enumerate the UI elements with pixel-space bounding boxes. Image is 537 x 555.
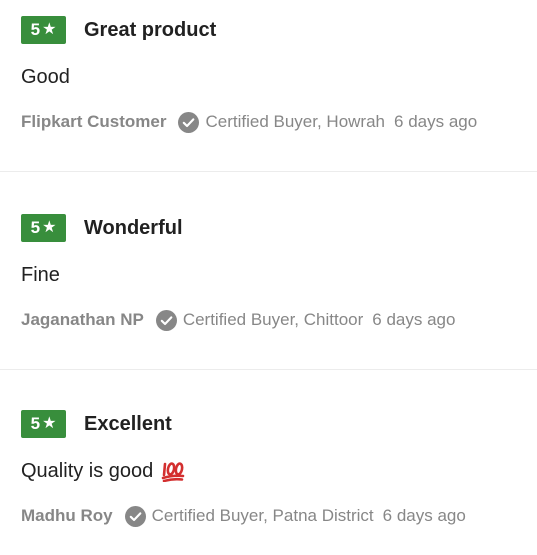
rating-value: 5 xyxy=(30,414,41,433)
rating-badge: 5 ★ xyxy=(21,16,66,44)
review-card: 5 ★ Excellent Quality is good Madhu Roy xyxy=(0,369,537,555)
star-icon: ★ xyxy=(42,21,57,38)
review-body: Good xyxy=(21,64,537,90)
check-circle-icon xyxy=(124,505,146,527)
review-date: 6 days ago xyxy=(382,506,466,525)
reviewer-name: Madhu Roy xyxy=(21,506,113,525)
review-card: 5 ★ Great product Good Flipkart Customer… xyxy=(0,0,537,171)
star-icon: ★ xyxy=(42,219,57,236)
review-body: Fine xyxy=(21,262,537,288)
review-title: Great product xyxy=(84,18,217,41)
review-body: Quality is good xyxy=(21,458,537,484)
review-meta: Madhu Roy Certified Buyer, Patna Distric… xyxy=(21,504,537,528)
review-title: Wonderful xyxy=(84,216,183,239)
review-title: Excellent xyxy=(84,412,172,435)
certified-buyer-label: Certified Buyer, Patna District xyxy=(151,506,374,525)
star-icon: ★ xyxy=(42,415,57,432)
rating-value: 5 xyxy=(30,218,41,237)
reviewer-name: Jaganathan NP xyxy=(21,310,144,329)
check-circle-icon xyxy=(155,309,177,331)
review-list: 5 ★ Great product Good Flipkart Customer… xyxy=(0,0,537,555)
review-meta: Jaganathan NP Certified Buyer, Chittoor … xyxy=(21,308,537,332)
rating-badge: 5 ★ xyxy=(21,214,66,242)
certified-buyer-label: Certified Buyer, Chittoor xyxy=(182,310,364,329)
reviewer-name: Flipkart Customer xyxy=(21,112,167,131)
rating-badge: 5 ★ xyxy=(21,410,66,438)
review-header: 5 ★ Great product xyxy=(21,16,537,44)
review-date: 6 days ago xyxy=(394,112,478,131)
review-header: 5 ★ Excellent xyxy=(21,410,537,438)
review-meta: Flipkart Customer Certified Buyer, Howra… xyxy=(21,110,537,134)
hundred-points-emoji-icon xyxy=(161,462,185,482)
certified-buyer-label: Certified Buyer, Howrah xyxy=(205,112,386,131)
review-text: Quality is good xyxy=(21,459,154,482)
check-circle-icon xyxy=(178,111,200,133)
review-text: Good xyxy=(21,65,70,88)
review-date: 6 days ago xyxy=(372,310,456,329)
review-card: 5 ★ Wonderful Fine Jaganathan NP Certifi… xyxy=(0,171,537,369)
review-header: 5 ★ Wonderful xyxy=(21,214,537,242)
review-text: Fine xyxy=(21,263,60,286)
rating-value: 5 xyxy=(30,20,41,39)
